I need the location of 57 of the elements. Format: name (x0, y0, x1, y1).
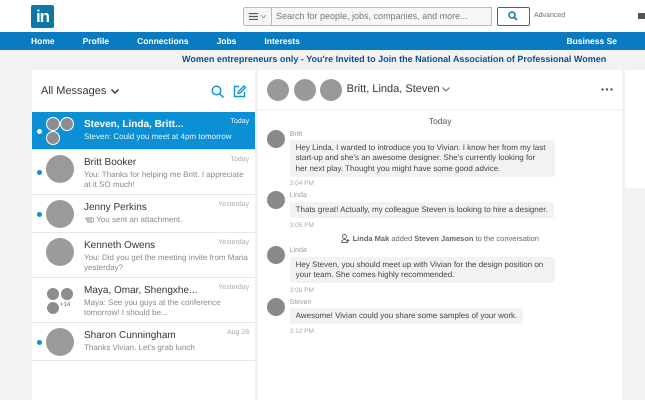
avatar (46, 117, 60, 131)
message-preview: Maya: See you guys at the conference tomorrow! I should be... (84, 298, 222, 318)
menu-icon (249, 12, 258, 20)
avatar (46, 131, 60, 145)
avatar (60, 117, 74, 131)
avatar (267, 191, 286, 210)
search-button[interactable] (496, 6, 530, 26)
avatar (60, 286, 74, 300)
message-bubble: Hey Steven, you should meet up with Vivian for the design position on your team. She comes highly recommended. (290, 256, 555, 284)
contact-name: Kenneth Owens (84, 239, 156, 253)
contact-name: Maya, Omar, Shengxhe... (84, 284, 198, 298)
search-icon[interactable] (211, 84, 224, 98)
nav-link[interactable]: Business Se (566, 34, 617, 48)
message-preview: Steven: Could you meet at 4pm tomorrow (84, 132, 232, 142)
more-icon[interactable] (601, 88, 614, 91)
promo-link[interactable]: Women entrepreneurs only - You're Invited to Join the National Association of Professional Women (182, 53, 606, 67)
date-divider: Today (428, 116, 452, 126)
avatar (46, 328, 74, 356)
search-icon (508, 11, 518, 21)
contact-name: Jenny Perkins (84, 201, 147, 215)
message-bubble: Thats great! Actually, my colleague Steven is looking to hire a designer. (290, 202, 554, 218)
avatar (46, 286, 60, 300)
filter-dropdown[interactable]: All Messages (41, 82, 119, 100)
avatar (267, 246, 286, 264)
caret-icon (442, 87, 450, 92)
search-category-dropdown[interactable] (243, 6, 272, 26)
nav-link[interactable]: Jobs (216, 34, 236, 48)
message-preview: Thanks Vivian. Let's grab lunch (84, 343, 195, 353)
add-person-icon (341, 234, 350, 243)
search-field[interactable]: Search for people, jobs, companies, and more... (272, 6, 492, 26)
message-preview: You sent an attachment. (96, 215, 182, 225)
contact-name: Sharon Cunningham (84, 329, 176, 343)
compose-icon[interactable] (233, 84, 246, 98)
avatar (267, 298, 286, 316)
contact-name: Steven, Linda, Britt... (84, 118, 184, 132)
avatar (46, 238, 74, 266)
contact-name: Britt Booker (84, 156, 136, 170)
avatar (46, 200, 74, 228)
avatar (294, 78, 316, 100)
avatar (46, 155, 74, 183)
participants-dropdown[interactable]: Britt, Linda, Steven (346, 81, 450, 98)
message-preview: You: Thanks for helping me Britt. I appreciate at it SO much! (84, 170, 245, 190)
nav-link[interactable]: Home (31, 34, 55, 48)
caret-icon (260, 14, 266, 18)
avatar (320, 78, 342, 100)
avatar (46, 300, 60, 314)
message-bubble: Hey Linda, I wanted to introduce you to Vivian. I know her from my last start-up and she's an awesome designer. She's currently looking for her next play. Thought you might have some good advice. (290, 140, 555, 178)
logo[interactable]: in (31, 4, 54, 28)
nav-link[interactable]: Connections (137, 34, 189, 48)
nav-link[interactable]: Profile (82, 34, 110, 48)
paperclip-icon (84, 217, 94, 223)
message-preview: You: Did you get the meeting invite from Maria yesterday? (84, 253, 249, 273)
avatar (267, 130, 286, 148)
message-bubble: Awesome! Vivian could you share some samples of your work. (290, 308, 524, 324)
avatar (267, 78, 290, 100)
nav-link[interactable]: Interests (264, 34, 300, 48)
caret-icon (110, 88, 119, 94)
